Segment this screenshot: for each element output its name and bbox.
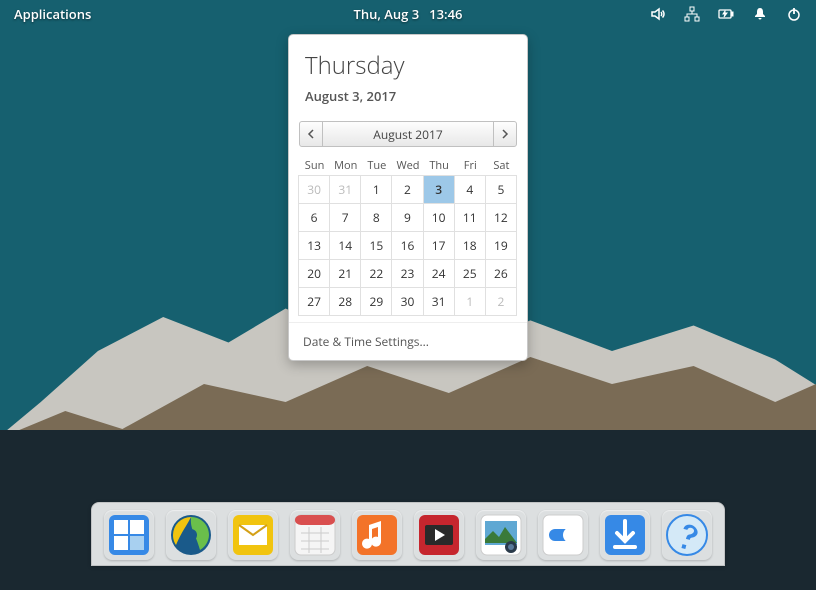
calendar-day-cell[interactable]: 19 — [485, 231, 517, 260]
network-icon[interactable] — [684, 6, 700, 22]
calendar-day-cell[interactable]: 1 — [454, 287, 486, 316]
weekday-header: Thu — [424, 155, 455, 176]
calendar-day-cell[interactable]: 30 — [298, 175, 330, 204]
calendar-day-cell[interactable]: 26 — [485, 259, 517, 288]
calendar-day-cell[interactable]: 25 — [454, 259, 486, 288]
calendar-day-cell[interactable]: 4 — [454, 175, 486, 204]
calendar-day-cell[interactable]: 5 — [485, 175, 517, 204]
calendar-day-cell[interactable]: 9 — [391, 203, 423, 232]
clock-indicator[interactable]: Thu, Aug 3 13:46 — [354, 5, 463, 23]
dock-switchboard[interactable] — [538, 510, 588, 560]
weekday-header: Mon — [330, 155, 361, 176]
calendar-nav: August 2017 — [299, 121, 517, 147]
calendar-day-cell[interactable]: 11 — [454, 203, 486, 232]
dock-videos[interactable] — [414, 510, 464, 560]
dock-appcenter[interactable] — [600, 510, 650, 560]
calendar-day-cell[interactable]: 8 — [360, 203, 392, 232]
weekday-header: Sat — [486, 155, 517, 176]
calendar-day-cell[interactable]: 12 — [485, 203, 517, 232]
dock — [91, 502, 725, 566]
top-bar: Applications Thu, Aug 3 13:46 — [0, 0, 816, 28]
dock-music[interactable] — [352, 510, 402, 560]
next-month-button[interactable] — [493, 121, 517, 147]
calendar-day-cell[interactable]: 13 — [298, 231, 330, 260]
calendar-day-cell[interactable]: 30 — [391, 287, 423, 316]
calendar-day-cell[interactable]: 21 — [329, 259, 361, 288]
calendar-day-cell[interactable]: 3 — [423, 175, 455, 204]
calendar-day-cell[interactable]: 23 — [391, 259, 423, 288]
datetime-settings-button[interactable]: Date & Time Settings... — [289, 322, 527, 360]
sound-icon[interactable] — [650, 6, 666, 22]
calendar-popover: Thursday August 3, 2017 August 2017 SunM… — [288, 34, 528, 361]
calendar-day-cell[interactable]: 28 — [329, 287, 361, 316]
weekday-header: Wed — [392, 155, 423, 176]
calendar-day-cell[interactable]: 20 — [298, 259, 330, 288]
weekday-header: Tue — [361, 155, 392, 176]
dock-multitasking-view[interactable] — [104, 510, 154, 560]
calendar-day-cell[interactable]: 15 — [360, 231, 392, 260]
calendar-full-date: August 3, 2017 — [305, 87, 511, 105]
calendar-day-cell[interactable]: 6 — [298, 203, 330, 232]
clock-date: Thu, Aug 3 — [354, 5, 420, 23]
clock-time: 13:46 — [429, 5, 462, 23]
weekday-header: Sun — [299, 155, 330, 176]
month-label[interactable]: August 2017 — [323, 121, 493, 147]
calendar-day-cell[interactable]: 17 — [423, 231, 455, 260]
calendar-day-cell[interactable]: 2 — [485, 287, 517, 316]
dock-photos[interactable] — [476, 510, 526, 560]
calendar-day-cell[interactable]: 2 — [391, 175, 423, 204]
calendar-day-cell[interactable]: 1 — [360, 175, 392, 204]
notifications-icon[interactable] — [752, 6, 768, 22]
calendar-day-cell[interactable]: 29 — [360, 287, 392, 316]
calendar-grid: SunMonTueWedThuFriSat 303112345678910111… — [299, 155, 517, 316]
power-icon[interactable] — [786, 6, 802, 22]
applications-menu[interactable]: Applications — [14, 5, 91, 23]
dock-calendar-app[interactable] — [290, 510, 340, 560]
dock-mail[interactable] — [228, 510, 278, 560]
calendar-day-cell[interactable]: 24 — [423, 259, 455, 288]
calendar-day-cell[interactable]: 10 — [423, 203, 455, 232]
dock-web-browser[interactable] — [166, 510, 216, 560]
calendar-day-cell[interactable]: 18 — [454, 231, 486, 260]
battery-icon[interactable] — [718, 6, 734, 22]
weekday-header: Fri — [455, 155, 486, 176]
calendar-day-cell[interactable]: 22 — [360, 259, 392, 288]
calendar-day-cell[interactable]: 7 — [329, 203, 361, 232]
calendar-day-name: Thursday — [305, 49, 511, 82]
calendar-day-cell[interactable]: 31 — [423, 287, 455, 316]
calendar-day-cell[interactable]: 27 — [298, 287, 330, 316]
calendar-day-cell[interactable]: 14 — [329, 231, 361, 260]
prev-month-button[interactable] — [299, 121, 323, 147]
calendar-day-cell[interactable]: 31 — [329, 175, 361, 204]
calendar-day-cell[interactable]: 16 — [391, 231, 423, 260]
dock-help[interactable] — [662, 510, 712, 560]
